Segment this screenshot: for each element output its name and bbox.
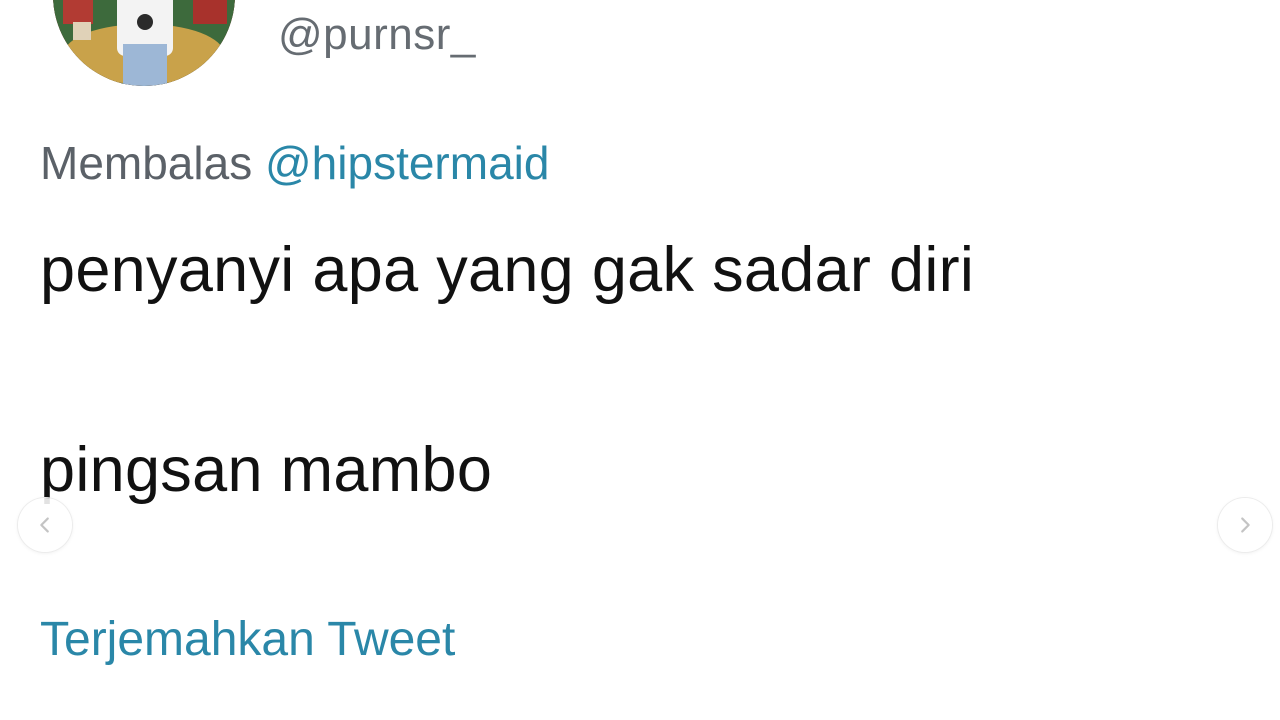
carousel-next-button[interactable] — [1218, 498, 1272, 552]
translate-tweet-link[interactable]: Terjemahkan Tweet — [40, 612, 455, 667]
tweet-text-line-1: penyanyi apa yang gak sadar diri — [40, 235, 975, 305]
carousel-prev-button[interactable] — [18, 498, 72, 552]
reply-prefix: Membalas — [40, 137, 253, 189]
chevron-right-icon — [1241, 517, 1250, 533]
reply-context: Membalas @hipstermaid — [40, 136, 549, 190]
user-handle[interactable]: @purnsr_ — [278, 10, 476, 60]
reply-mention-link[interactable]: @hipstermaid — [265, 137, 549, 189]
tweet-text-line-2: pingsan mambo — [40, 435, 493, 505]
avatar-photo — [53, 0, 235, 86]
tweet-screenshot: @purnsr_ Membalas @hipstermaid penyanyi … — [0, 0, 1280, 720]
chevron-left-icon — [40, 517, 49, 533]
avatar[interactable] — [53, 0, 235, 86]
